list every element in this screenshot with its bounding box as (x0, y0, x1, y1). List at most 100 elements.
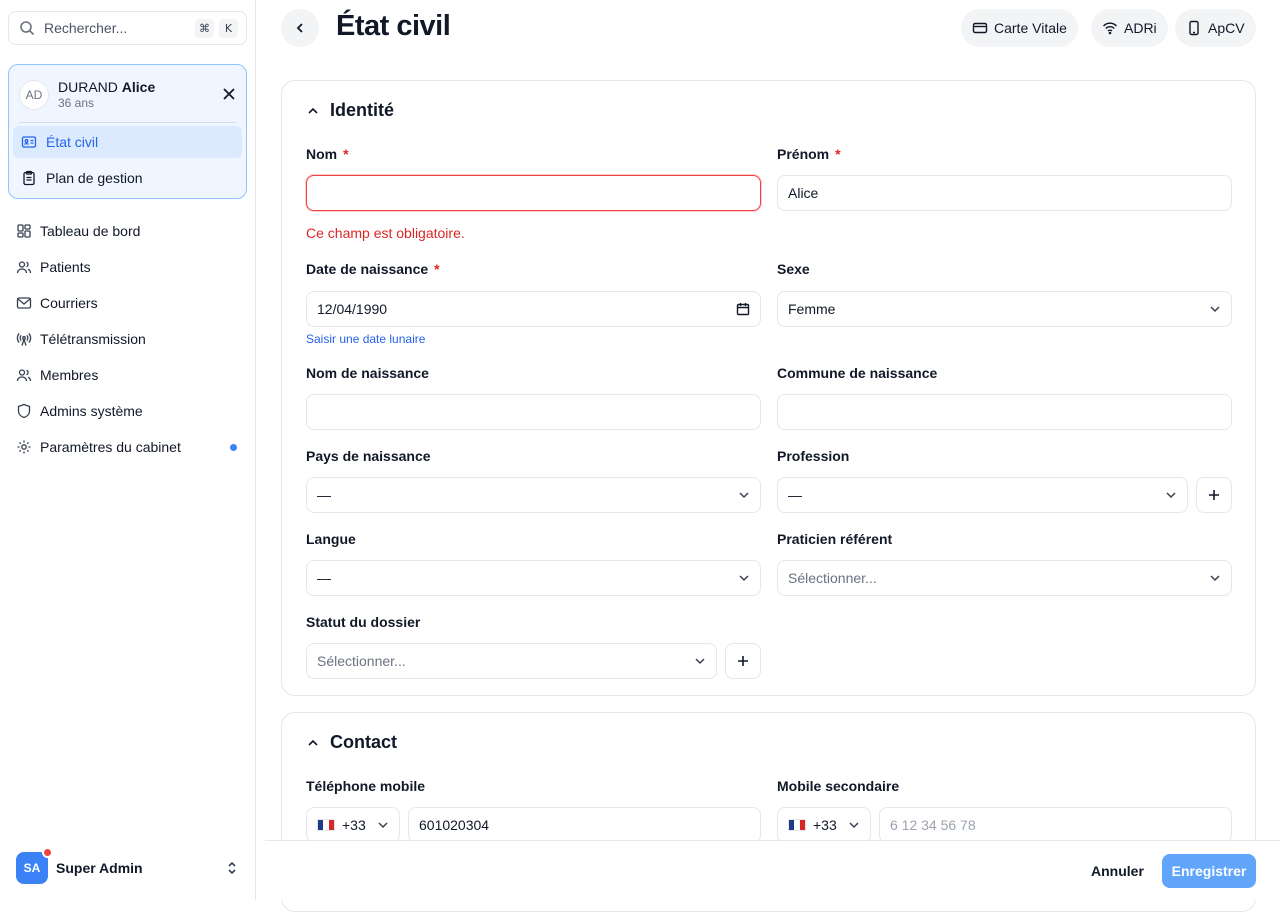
country-code-select-secondary[interactable]: +33 (777, 807, 871, 843)
save-button[interactable]: Enregistrer (1162, 854, 1256, 888)
patient-age: 36 ans (58, 96, 95, 110)
cancel-button[interactable]: Annuler (1091, 863, 1144, 879)
plus-icon (737, 655, 749, 667)
search-icon (19, 20, 35, 36)
chevron-down-icon (738, 489, 750, 501)
nom-naissance-input[interactable] (306, 394, 761, 430)
statut-dossier-label: Statut du dossier (306, 614, 421, 630)
praticien-referent-select[interactable]: Sélectionner... (777, 560, 1232, 596)
telephone-mobile-input[interactable]: 601020304 (408, 807, 761, 843)
id-card-icon (21, 134, 37, 150)
search-bar[interactable]: Rechercher... ⌘ K (8, 11, 247, 45)
user-name: Super Admin (56, 860, 143, 876)
prenom-input[interactable]: Alice (777, 175, 1232, 211)
sidebar-item-teletransmission[interactable]: Télétransmission (8, 323, 247, 355)
carte-vitale-button[interactable]: Carte Vitale (961, 9, 1078, 47)
select-value: — (317, 487, 331, 503)
profession-label: Profession (777, 448, 850, 464)
langue-select[interactable]: — (306, 560, 761, 596)
identite-section: Identité Nom * Ce champ est obligatoire. … (281, 80, 1256, 696)
patient-card: AD DURAND Alice 36 ans État civil Plan d… (8, 64, 247, 199)
select-value: Femme (788, 301, 836, 317)
sidebar-item-parametres-du-cabinet[interactable]: Paramètres du cabinet (8, 431, 247, 463)
select-value: — (788, 487, 802, 503)
mobile-secondaire-input[interactable]: 6 12 34 56 78 (879, 807, 1232, 843)
select-value: — (317, 570, 331, 586)
sidebar-item-membres[interactable]: Membres (8, 359, 247, 391)
chevron-up-icon (306, 736, 320, 750)
sidebar-item-tableau-de-bord[interactable]: Tableau de bord (8, 215, 247, 247)
france-flag-icon (788, 819, 806, 831)
sexe-label: Sexe (777, 261, 810, 277)
sidebar-item-courriers[interactable]: Courriers (8, 287, 247, 319)
patient-name: DURAND Alice (58, 79, 155, 95)
patient-name-block: DURAND Alice 36 ans (58, 79, 155, 111)
sexe-select[interactable]: Femme (777, 291, 1232, 327)
country-code-select[interactable]: +33 (306, 807, 400, 843)
apcv-button[interactable]: ApCV (1175, 9, 1256, 47)
shield-icon (16, 403, 32, 419)
chevron-down-icon (848, 819, 860, 831)
add-statut-button[interactable] (725, 643, 761, 679)
pays-naissance-select[interactable]: — (306, 477, 761, 513)
divider (19, 122, 236, 123)
chevron-down-icon (1165, 489, 1177, 501)
required-asterisk: * (434, 261, 440, 277)
date-naissance-input[interactable]: 12/04/1990 (306, 291, 761, 327)
langue-label: Langue (306, 531, 356, 547)
commune-naissance-label: Commune de naissance (777, 365, 938, 381)
select-placeholder: Sélectionner... (788, 570, 877, 586)
phone-icon (1186, 20, 1202, 36)
patient-nav-plan-de-gestion[interactable]: Plan de gestion (13, 162, 242, 194)
identite-header[interactable]: Identité (306, 100, 394, 121)
adri-button[interactable]: ADRi (1091, 9, 1168, 47)
page-title: État civil (336, 10, 451, 42)
statut-dossier-select[interactable]: Sélectionner... (306, 643, 717, 679)
add-profession-button[interactable] (1196, 477, 1232, 513)
shortcut-k-key: K (219, 18, 238, 38)
input-value: 12/04/1990 (317, 301, 388, 317)
lunar-date-link[interactable]: Saisir une date lunaire (306, 332, 425, 346)
section-title: Contact (330, 732, 397, 752)
patient-last-name: DURAND (58, 79, 118, 95)
notification-dot (230, 443, 237, 451)
profession-select[interactable]: — (777, 477, 1188, 513)
patient-first-name: Alice (121, 79, 156, 95)
close-icon[interactable] (222, 87, 236, 101)
chevron-down-icon (1209, 572, 1221, 584)
button-label: ADRi (1124, 20, 1157, 36)
sidebar-item-label: Membres (40, 367, 99, 383)
commune-naissance-input[interactable] (777, 394, 1232, 430)
sidebar-item-admins-systeme[interactable]: Admins système (8, 395, 247, 427)
prenom-label: Prénom * (777, 146, 841, 162)
date-naissance-label: Date de naissance * (306, 261, 440, 277)
card-icon (972, 20, 988, 36)
sidebar: Rechercher... ⌘ K AD DURAND Alice 36 ans… (0, 0, 256, 900)
nom-input[interactable] (306, 175, 761, 211)
patient-header: AD DURAND Alice 36 ans (19, 77, 238, 113)
sidebar-item-label: Télétransmission (40, 331, 146, 347)
telephone-mobile-label: Téléphone mobile (306, 778, 426, 794)
patient-nav-label: État civil (46, 134, 99, 150)
nom-error-message: Ce champ est obligatoire. (306, 225, 465, 241)
label-text: Nom (306, 146, 338, 162)
antenna-icon (16, 331, 32, 347)
patient-nav-etat-civil[interactable]: État civil (13, 126, 242, 158)
search-placeholder[interactable]: Rechercher... (44, 20, 190, 36)
nom-naissance-label: Nom de naissance (306, 365, 429, 381)
input-value: 601020304 (419, 817, 490, 833)
label-text: Date de naissance (306, 261, 429, 277)
user-menu[interactable]: SA Super Admin (8, 847, 247, 888)
sidebar-item-label: Tableau de bord (40, 223, 141, 239)
sidebar-item-label: Paramètres du cabinet (40, 439, 181, 455)
mail-icon (16, 295, 32, 311)
required-asterisk: * (343, 146, 349, 162)
calendar-icon[interactable] (736, 302, 750, 316)
sidebar-item-label: Courriers (40, 295, 98, 311)
contact-header[interactable]: Contact (306, 732, 397, 753)
sidebar-item-patients[interactable]: Patients (8, 251, 247, 283)
gear-icon (16, 439, 32, 455)
user-initials: SA (23, 861, 41, 875)
back-button[interactable] (281, 9, 319, 47)
shortcut-cmd-key: ⌘ (195, 18, 214, 38)
